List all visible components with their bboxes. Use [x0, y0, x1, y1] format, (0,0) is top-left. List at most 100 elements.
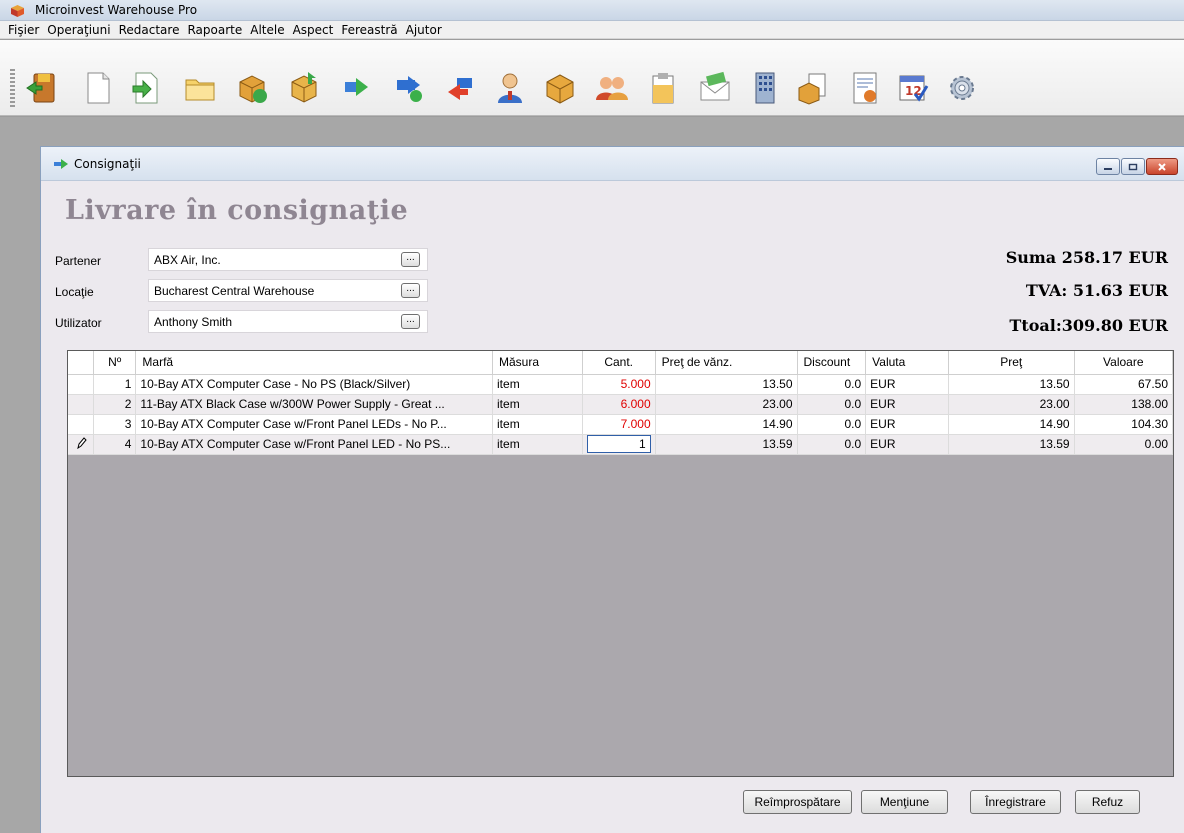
- toolbar-building-button[interactable]: [745, 65, 785, 111]
- cell-currency[interactable]: EUR: [865, 374, 949, 395]
- cell-number[interactable]: 4: [93, 434, 137, 455]
- menu-view[interactable]: Aspect: [289, 21, 338, 39]
- toolbar-refresh-box-button[interactable]: [232, 65, 272, 111]
- toolbar-transfer-left-button[interactable]: [440, 65, 480, 111]
- toolbar-user-button[interactable]: [490, 65, 530, 111]
- cell-number[interactable]: 2: [93, 394, 137, 415]
- toolbar-money-button[interactable]: [695, 65, 735, 111]
- close-button[interactable]: [1146, 158, 1178, 175]
- col-header-item[interactable]: Marfă: [135, 351, 494, 375]
- cell-sale-price[interactable]: 23.00: [655, 394, 798, 415]
- note-button[interactable]: Menţiune: [861, 790, 948, 814]
- restore-button[interactable]: [1121, 158, 1145, 175]
- cell-sale-price[interactable]: 14.90: [655, 414, 798, 435]
- cell-qty-editor[interactable]: 1: [582, 434, 656, 455]
- grand-total: Ttoal:309.80 EUR: [1009, 316, 1168, 335]
- col-header-number[interactable]: Nº: [93, 351, 137, 375]
- cell-currency[interactable]: EUR: [865, 394, 949, 415]
- cell-sale-price[interactable]: 13.50: [655, 374, 798, 395]
- toolbar-calendar-button[interactable]: 12: [893, 65, 933, 111]
- cell-qty[interactable]: 6.000: [582, 394, 656, 415]
- cell-discount[interactable]: 0.0: [797, 374, 867, 395]
- grid-header-row: Nº Marfă Măsura Cant. Preţ de vănz. Disc…: [68, 351, 1174, 375]
- cell-discount[interactable]: 0.0: [797, 414, 867, 435]
- menu-other[interactable]: Altele: [246, 21, 288, 39]
- row-indicator[interactable]: [68, 394, 95, 415]
- menu-file[interactable]: Fişier: [4, 21, 43, 39]
- toolbar-open-button[interactable]: [180, 65, 220, 111]
- cell-item[interactable]: 10-Bay ATX Computer Case - No PS (Black/…: [135, 374, 494, 395]
- toolbar-settings-button[interactable]: [942, 65, 982, 111]
- calendar-icon: 12: [899, 75, 929, 102]
- toolbar-clipboard-button[interactable]: [643, 65, 683, 111]
- menu-help[interactable]: Ajutor: [402, 21, 446, 39]
- cell-unit[interactable]: item: [492, 374, 583, 395]
- col-header-value[interactable]: Valoare: [1074, 351, 1174, 375]
- toolbar-new-button[interactable]: [78, 65, 118, 111]
- cell-unit[interactable]: item: [492, 414, 583, 435]
- qty-edit-input[interactable]: 1: [586, 435, 651, 453]
- table-row[interactable]: 3 10-Bay ATX Computer Case w/Front Panel…: [68, 414, 1174, 435]
- refresh-button[interactable]: Reîmprospătare: [743, 790, 852, 814]
- minimize-button[interactable]: [1096, 158, 1120, 175]
- cell-number[interactable]: 1: [93, 374, 137, 395]
- toolbar-partners-button[interactable]: [592, 65, 632, 111]
- row-indicator[interactable]: [68, 434, 95, 455]
- save-button[interactable]: Înregistrare: [970, 790, 1061, 814]
- toolbar-box-button[interactable]: [540, 65, 580, 111]
- cell-qty[interactable]: 5.000: [582, 374, 656, 395]
- user-field[interactable]: Anthony Smith: [148, 310, 428, 333]
- table-row[interactable]: 2 11-Bay ATX Black Case w/300W Power Sup…: [68, 394, 1174, 415]
- col-header-discount[interactable]: Discount: [797, 351, 867, 375]
- partner-field[interactable]: ABX Air, Inc.: [148, 248, 428, 271]
- cell-sale-price[interactable]: 13.59: [655, 434, 798, 455]
- toolbar-grip[interactable]: [10, 69, 15, 109]
- cell-discount[interactable]: 0.0: [797, 434, 867, 455]
- col-header-unit[interactable]: Măsura: [492, 351, 583, 375]
- cell-item[interactable]: 10-Bay ATX Computer Case w/Front Panel L…: [135, 434, 494, 455]
- col-header-price[interactable]: Preţ: [948, 351, 1075, 375]
- cell-value[interactable]: 0.00: [1074, 434, 1174, 455]
- row-indicator[interactable]: [68, 414, 95, 435]
- table-row[interactable]: 1 10-Bay ATX Computer Case - No PS (Blac…: [68, 374, 1174, 395]
- toolbar-receive-box-button[interactable]: [284, 65, 324, 111]
- partner-browse-button[interactable]: ...: [401, 252, 420, 267]
- toolbar-transfer-check-button[interactable]: [390, 65, 430, 111]
- app-title: Microinvest Warehouse Pro: [35, 3, 198, 17]
- toolbar-import-button[interactable]: [125, 65, 165, 111]
- cell-currency[interactable]: EUR: [865, 434, 949, 455]
- location-browse-button[interactable]: ...: [401, 283, 420, 298]
- cell-currency[interactable]: EUR: [865, 414, 949, 435]
- cell-item[interactable]: 10-Bay ATX Computer Case w/Front Panel L…: [135, 414, 494, 435]
- consignment-window-titlebar[interactable]: Consignaţii: [41, 147, 1184, 181]
- cell-price[interactable]: 14.90: [948, 414, 1075, 435]
- col-header-currency[interactable]: Valuta: [865, 351, 949, 375]
- toolbar-exit-button[interactable]: [22, 65, 62, 111]
- toolbar-documents-button[interactable]: [793, 65, 833, 111]
- cell-price[interactable]: 13.59: [948, 434, 1075, 455]
- col-header-qty[interactable]: Cant.: [582, 351, 656, 375]
- table-row-editing[interactable]: 4 10-Bay ATX Computer Case w/Front Panel…: [68, 434, 1174, 455]
- cell-discount[interactable]: 0.0: [797, 394, 867, 415]
- cell-unit[interactable]: item: [492, 434, 583, 455]
- menu-window[interactable]: Fereastră: [337, 21, 401, 39]
- toolbar-transfer-right-button[interactable]: [338, 65, 378, 111]
- menu-reports[interactable]: Rapoarte: [183, 21, 246, 39]
- toolbar-report-button[interactable]: [846, 65, 886, 111]
- cell-price[interactable]: 13.50: [948, 374, 1075, 395]
- cell-value[interactable]: 138.00: [1074, 394, 1174, 415]
- cell-price[interactable]: 23.00: [948, 394, 1075, 415]
- menu-operations[interactable]: Operaţiuni: [43, 21, 114, 39]
- cell-value[interactable]: 67.50: [1074, 374, 1174, 395]
- menu-edit[interactable]: Redactare: [115, 21, 184, 39]
- cell-qty[interactable]: 7.000: [582, 414, 656, 435]
- location-field[interactable]: Bucharest Central Warehouse: [148, 279, 428, 302]
- col-header-sale-price[interactable]: Preţ de vănz.: [655, 351, 798, 375]
- user-browse-button[interactable]: ...: [401, 314, 420, 329]
- row-indicator[interactable]: [68, 374, 95, 395]
- cell-item[interactable]: 11-Bay ATX Black Case w/300W Power Suppl…: [135, 394, 494, 415]
- cell-value[interactable]: 104.30: [1074, 414, 1174, 435]
- cell-number[interactable]: 3: [93, 414, 137, 435]
- cell-unit[interactable]: item: [492, 394, 583, 415]
- cancel-button[interactable]: Refuz: [1075, 790, 1140, 814]
